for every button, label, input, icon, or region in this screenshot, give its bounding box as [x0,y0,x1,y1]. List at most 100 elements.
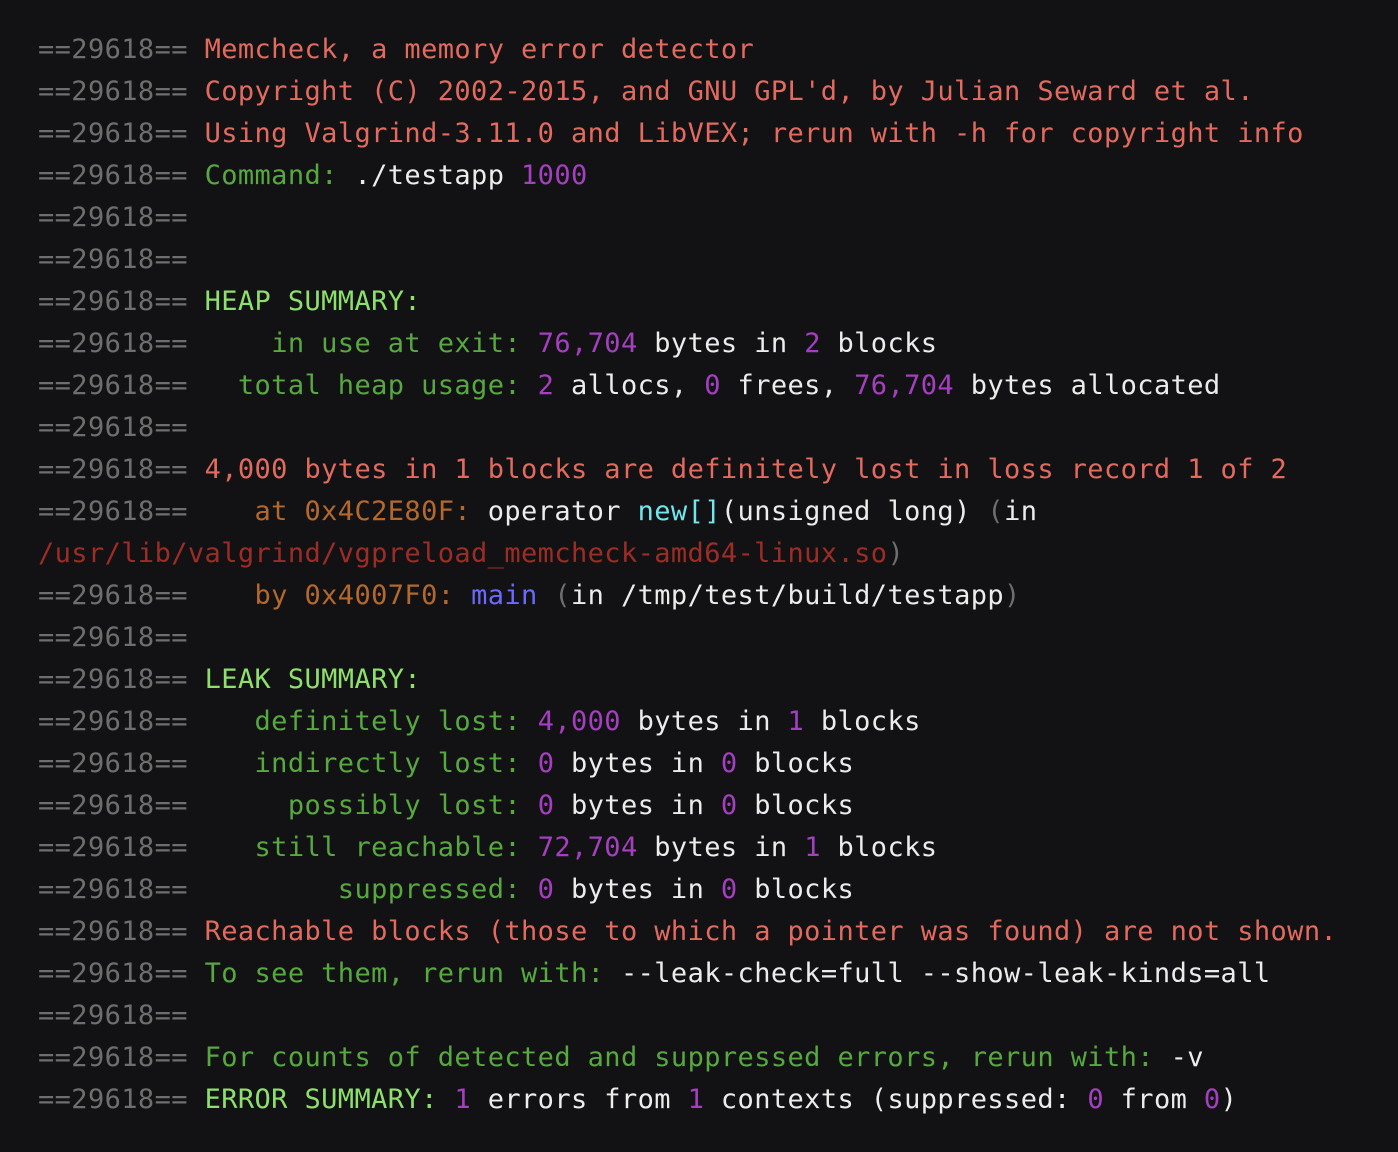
output-text: from [1103,1084,1204,1115]
output-text: frees, [720,370,855,401]
output-text: HEAP SUMMARY: [204,286,422,317]
output-text: ) [1004,580,1021,611]
output-text: ./testapp [354,160,522,191]
output-text: ( [554,580,571,611]
line-indirectly-lost: ==29618== indirectly lost: 0 bytes in 0 … [38,743,1398,785]
terminal-output[interactable]: ==29618== Memcheck, a memory error detec… [0,0,1398,1152]
output-text: -v [1170,1042,1204,1073]
output-text: 0 [720,874,738,905]
process-id-prefix: ==29618== [38,328,272,359]
output-text: Command: [204,160,355,191]
line-stack-frame-2: ==29618== by 0x4007F0: main (in /tmp/tes… [38,575,1398,617]
line-in-use-at-exit: ==29618== in use at exit: 76,704 bytes i… [38,323,1398,365]
output-text: 1 [787,706,805,737]
line-definitely-lost: ==29618== definitely lost: 4,000 bytes i… [38,701,1398,743]
output-text: possibly lost: [287,790,538,821]
output-text: 2 [537,370,555,401]
line-command: ==29618== Command: ./testapp 1000 [38,155,1398,197]
output-text: ) [1220,1084,1238,1115]
output-text: 0 [720,790,738,821]
process-id-prefix: ==29618== [38,1000,188,1031]
line-total-heap-usage: ==29618== total heap usage: 2 allocs, 0 … [38,365,1398,407]
line-rerun-hint: ==29618== To see them, rerun with: --lea… [38,953,1398,995]
output-text: bytes in [554,790,721,821]
output-text: 1000 [521,160,588,191]
line-tool-name: ==29618== Memcheck, a memory error detec… [38,29,1398,71]
output-text: 1 [454,1084,472,1115]
output-text: bytes in [554,748,721,779]
output-text: in use at exit: [271,328,538,359]
output-text: 0 [720,748,738,779]
output-text: blocks [804,706,921,737]
line-blank: ==29618== [38,617,1398,659]
line-reachable-note: ==29618== Reachable blocks (those to whi… [38,911,1398,953]
process-id-prefix: ==29618== [38,118,205,149]
output-text: 0 [1203,1084,1221,1115]
output-text: (unsigned long) [720,496,988,527]
output-text: contexts (suppressed: [704,1084,1088,1115]
output-text: ERROR SUMMARY: [204,1084,455,1115]
process-id-prefix: ==29618== [38,202,188,233]
process-id-prefix: ==29618== [38,1084,205,1115]
output-text: Using Valgrind-3.11.0 and LibVEX; rerun … [204,118,1304,149]
output-text: To see them, rerun with: [204,958,621,989]
output-text: Copyright (C) 2002-2015, and GNU GPL'd, … [204,76,1254,107]
process-id-prefix: ==29618== [38,160,205,191]
process-id-prefix: ==29618== [38,244,188,275]
output-text: /usr/lib/valgrind/vgpreload_memcheck-amd… [38,538,888,569]
line-still-reachable: ==29618== still reachable: 72,704 bytes … [38,827,1398,869]
output-text: 4,000 bytes in 1 blocks are definitely l… [204,454,1288,485]
output-text: operator [487,496,638,527]
output-text: 0 [537,874,555,905]
output-text: 1 [687,1084,705,1115]
output-text: Reachable blocks (those to which a point… [204,916,1338,947]
process-id-prefix: ==29618== [38,916,205,947]
process-id-prefix: ==29618== [38,664,205,695]
line-blank: ==29618== [38,407,1398,449]
output-text: bytes in [637,832,805,863]
output-text: suppressed: [337,874,538,905]
output-text: LEAK SUMMARY: [204,664,422,695]
output-text: still reachable: [254,832,538,863]
output-text: ) [887,538,905,569]
line-leak-summary-header: ==29618== LEAK SUMMARY: [38,659,1398,701]
output-text: indirectly lost: [254,748,538,779]
process-id-prefix: ==29618== [38,286,205,317]
output-text: --leak-check=full --show-leak-kinds=all [620,958,1271,989]
line-blank: ==29618== [38,197,1398,239]
output-text: blocks [737,790,855,821]
output-text: new[] [637,496,721,527]
output-text: For counts of detected and suppressed er… [204,1042,1171,1073]
process-id-prefix: ==29618== [38,370,238,401]
process-id-prefix: ==29618== [38,412,188,443]
line-blank: ==29618== [38,995,1398,1037]
output-text: 2 [804,328,821,359]
line-stack-frame-1: ==29618== at 0x4C2E80F: operator new[](u… [38,491,1398,533]
output-text: Memcheck, a memory error detector [204,34,755,65]
output-text: 72,704 [537,832,638,863]
output-text: 1 [804,832,821,863]
output-text: bytes in [620,706,788,737]
process-id-prefix: ==29618== [38,748,255,779]
output-text: blocks [820,832,938,863]
line-suppressed: ==29618== suppressed: 0 bytes in 0 block… [38,869,1398,911]
line-copyright: ==29618== Copyright (C) 2002-2015, and G… [38,71,1398,113]
output-text: 76,704 [854,370,955,401]
line-counts-hint: ==29618== For counts of detected and sup… [38,1037,1398,1079]
process-id-prefix: ==29618== [38,34,205,65]
output-text: by 0x4007F0: [254,580,472,611]
process-id-prefix: ==29618== [38,958,205,989]
output-text: in [1004,496,1038,527]
output-text: 0 [1087,1084,1104,1115]
output-text: errors from [471,1084,688,1115]
line-loss-record: ==29618== 4,000 bytes in 1 blocks are de… [38,449,1398,491]
output-text: bytes in [554,874,721,905]
output-text: definitely lost: [254,706,538,737]
line-version: ==29618== Using Valgrind-3.11.0 and LibV… [38,113,1398,155]
process-id-prefix: ==29618== [38,496,255,527]
output-text: 76,704 [537,328,638,359]
output-text: ( [987,496,1005,527]
output-text: bytes in [637,328,805,359]
process-id-prefix: ==29618== [38,1042,205,1073]
output-text: in /tmp/test/build/testapp [571,580,1005,611]
